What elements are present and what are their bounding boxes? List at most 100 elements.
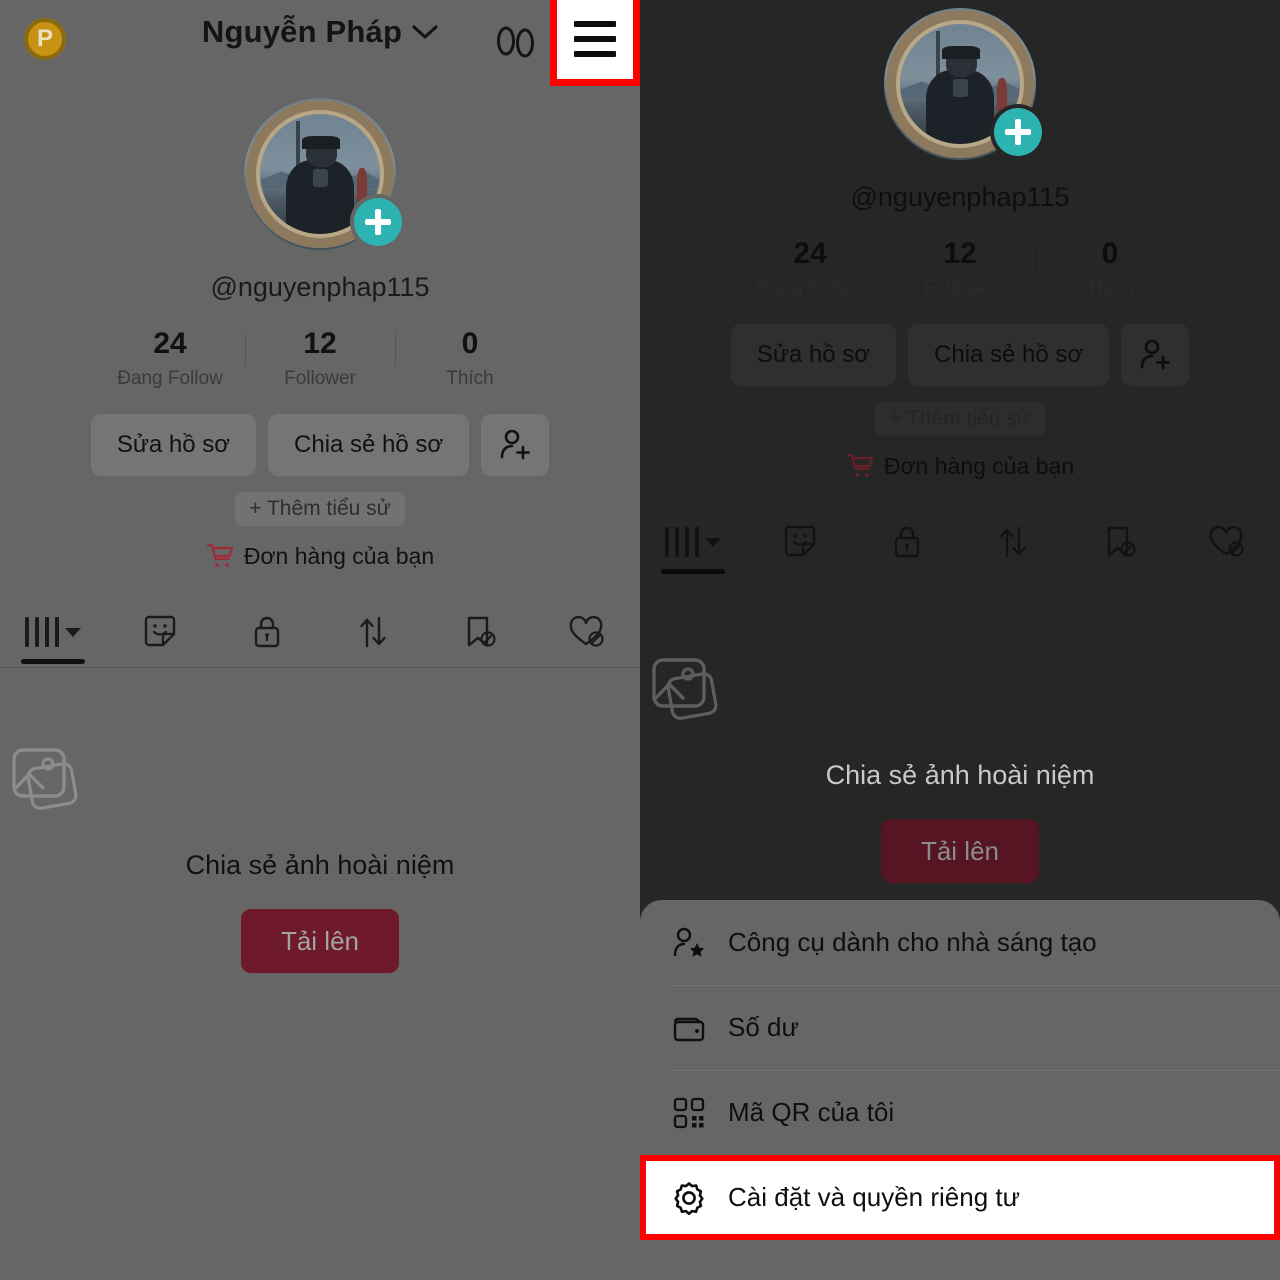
stat-value: 12 — [303, 327, 337, 360]
edit-profile-button[interactable]: Sửa hồ sơ — [90, 414, 257, 476]
lock-private-icon — [890, 523, 924, 561]
creator-tools-icon — [670, 926, 708, 960]
wallet-icon — [670, 1013, 708, 1043]
menu-item-label: Mã QR của tôi — [728, 1097, 895, 1127]
settings-bottom-sheet: Công cụ dành cho nhà sáng tạo Số dư Mã Q… — [640, 900, 1280, 1280]
menu-item-settings-and-privacy[interactable]: Cài đặt và quyền riêng tư — [640, 1155, 1280, 1240]
photo-stack-icon — [0, 740, 640, 828]
grid-posts-icon — [665, 527, 700, 557]
add-person-icon — [498, 428, 532, 462]
menu-item-label: Số dư — [728, 1012, 799, 1042]
profile-name-dropdown[interactable]: Nguyễn Pháp — [0, 14, 640, 50]
footprints-icon[interactable] — [494, 22, 540, 62]
share-profile-button[interactable]: Chia sẻ hồ sơ — [268, 414, 470, 476]
profile-stats: 24 Đang Follow 12 Follower 0 Thích — [640, 237, 1280, 300]
menu-item-balance[interactable]: Số dư — [640, 985, 1280, 1070]
photo-stack-icon — [640, 650, 1280, 738]
menu-item-my-qr-code[interactable]: Mã QR của tôi — [640, 1070, 1280, 1155]
menu-item-label: Cài đặt và quyền riêng tư — [728, 1182, 1021, 1212]
stat-following[interactable]: 24 Đang Follow — [95, 327, 245, 390]
tab-liked-hidden[interactable] — [533, 596, 640, 668]
sticker-smiley-icon — [781, 523, 819, 561]
tab-saved-hidden[interactable] — [427, 596, 534, 668]
stat-following[interactable]: 24 Đang Follow — [735, 237, 885, 300]
stat-label: Đang Follow — [757, 278, 863, 299]
active-tab-underline — [661, 569, 726, 574]
add-person-button[interactable] — [481, 414, 550, 476]
upload-button[interactable]: Tải lên — [880, 819, 1040, 883]
shopping-cart-icon — [206, 542, 234, 570]
stat-value: 24 — [793, 237, 827, 270]
empty-state-title: Chia sẻ ảnh hoài niệm — [825, 760, 1095, 790]
profile-screen-before: P Nguyễn Pháp @nguyenphap115 24 Đang Fol… — [0, 0, 640, 1280]
tab-posts[interactable] — [640, 506, 747, 578]
your-orders-link[interactable]: Đơn hàng của bạn — [640, 452, 1280, 480]
hamburger-menu-button-highlight[interactable] — [550, 0, 640, 86]
avatar[interactable] — [884, 8, 1042, 160]
stat-value: 24 — [153, 327, 187, 360]
empty-state: Chia sẻ ảnh hoài niệm Tải lên — [0, 740, 640, 973]
grid-posts-icon — [25, 617, 60, 647]
repost-arrows-icon — [995, 523, 1031, 561]
menu-item-creator-tools[interactable]: Công cụ dành cho nhà sáng tạo — [640, 900, 1280, 985]
your-orders-label: Đơn hàng của bạn — [883, 452, 1075, 479]
tab-private[interactable] — [213, 596, 320, 668]
profile-handle: @nguyenphap115 — [850, 182, 1070, 212]
tab-reposts[interactable] — [960, 506, 1067, 578]
edit-profile-button[interactable]: Sửa hồ sơ — [730, 324, 897, 386]
hamburger-menu-icon — [574, 21, 616, 57]
add-bio-button[interactable]: + Thêm tiểu sử — [235, 492, 405, 526]
profile-handle: @nguyenphap115 — [210, 272, 430, 302]
profile-stats: 24 Đang Follow 12 Follower 0 Thích — [0, 327, 640, 390]
heart-hidden-icon — [567, 613, 607, 651]
bookmark-hidden-icon — [461, 613, 499, 651]
share-profile-button[interactable]: Chia sẻ hồ sơ — [908, 324, 1110, 386]
repost-arrows-icon — [355, 613, 391, 651]
stat-followers[interactable]: 12 Follower — [245, 327, 395, 390]
screenshot-root: P Nguyễn Pháp @nguyenphap115 24 Đang Fol… — [0, 0, 1280, 1280]
profile-action-buttons: Sửa hồ sơ Chia sẻ hồ sơ — [0, 414, 640, 476]
tab-saved-hidden[interactable] — [1067, 506, 1174, 578]
stat-likes[interactable]: 0 Thích — [395, 327, 545, 390]
add-bio-button[interactable]: + Thêm tiểu sử — [875, 402, 1044, 436]
stat-label: Follower — [284, 368, 356, 389]
upload-button[interactable]: Tải lên — [240, 909, 400, 973]
tab-reposts[interactable] — [320, 596, 427, 668]
tab-posts[interactable] — [0, 596, 107, 668]
profile-header-dimmed: @nguyenphap115 24 Đang Follow 12 Followe… — [640, 8, 1280, 883]
tab-stickers[interactable] — [107, 596, 214, 668]
your-orders-label: Đơn hàng của bạn — [243, 542, 435, 569]
profile-tab-bar — [0, 596, 640, 668]
profile-screen-with-menu: @nguyenphap115 24 Đang Follow 12 Followe… — [640, 0, 1280, 1280]
stat-label: Đang Follow — [117, 368, 223, 389]
top-app-bar: P Nguyễn Pháp — [0, 0, 640, 86]
lock-private-icon — [250, 613, 284, 651]
empty-state: Chia sẻ ảnh hoài niệm Tải lên — [640, 650, 1280, 883]
profile-action-buttons: Sửa hồ sơ Chia sẻ hồ sơ — [640, 324, 1280, 386]
profile-tab-bar — [640, 506, 1280, 578]
caret-down-icon — [65, 627, 82, 637]
avatar[interactable] — [244, 98, 402, 250]
plus-icon[interactable] — [994, 108, 1042, 156]
profile-header: @nguyenphap115 24 Đang Follow 12 Followe… — [0, 98, 640, 973]
sticker-smiley-icon — [141, 613, 179, 651]
bookmark-hidden-icon — [1101, 523, 1139, 561]
tab-liked-hidden[interactable] — [1173, 506, 1280, 578]
stat-followers[interactable]: 12 Follower — [885, 237, 1035, 300]
stat-value: 0 — [1101, 237, 1119, 270]
stat-value: 0 — [461, 327, 479, 360]
page-title: Nguyễn Pháp — [201, 14, 403, 49]
stat-value: 12 — [943, 237, 977, 270]
your-orders-link[interactable]: Đơn hàng của bạn — [0, 542, 640, 570]
add-person-button[interactable] — [1121, 324, 1190, 386]
gear-settings-icon — [670, 1181, 708, 1215]
chevron-down-icon — [412, 24, 438, 40]
stat-label: Follower — [924, 278, 996, 299]
tab-stickers[interactable] — [747, 506, 854, 578]
stat-label: Thích — [446, 368, 494, 389]
stat-likes[interactable]: 0 Thích — [1035, 237, 1185, 300]
tab-private[interactable] — [853, 506, 960, 578]
plus-icon[interactable] — [354, 198, 402, 246]
add-person-icon — [1138, 338, 1172, 372]
active-tab-underline — [21, 659, 86, 664]
